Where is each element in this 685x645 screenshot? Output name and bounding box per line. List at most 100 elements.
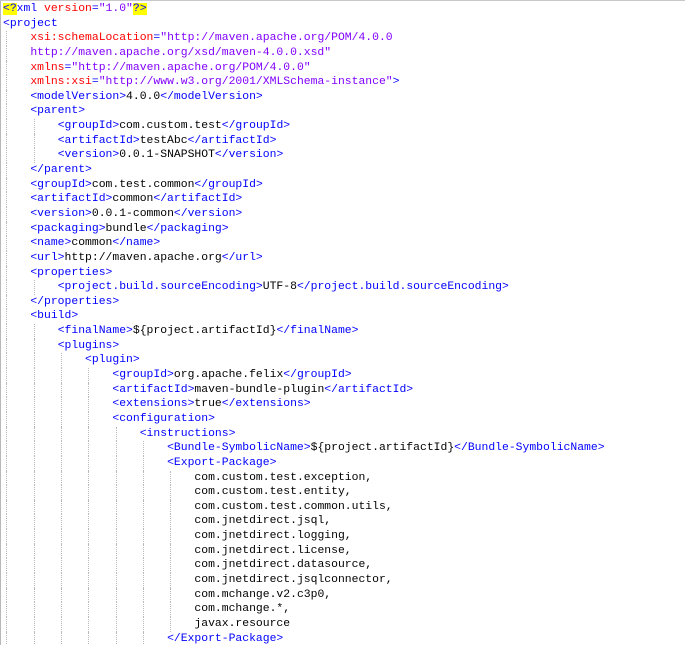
indent-guide <box>6 221 8 237</box>
indent-guide <box>61 382 63 398</box>
xml-text-content: testAbc <box>139 134 188 147</box>
code-line[interactable]: <groupId>org.apache.felix</groupId> <box>1 368 685 383</box>
xml-attribute-value: "http://maven.apache.org/POM/4.0.0 <box>160 32 393 45</box>
xml-tag: <packaging> <box>30 222 106 235</box>
xml-text-content: common <box>71 237 113 250</box>
code-line[interactable]: xmlns:xsi="http://www.w3.org/2001/XMLSch… <box>1 75 685 90</box>
code-line[interactable]: <parent> <box>1 104 685 120</box>
code-line[interactable]: <modelVersion>4.0.0</modelVersion> <box>1 89 685 105</box>
indent-guide <box>61 558 63 573</box>
xml-tag: <plugin> <box>85 354 140 367</box>
xml-declaration-delimiter: <? <box>3 3 17 15</box>
indent-guide <box>88 543 90 559</box>
indent-guide <box>6 616 8 632</box>
code-line[interactable]: <configuration> <box>1 411 685 427</box>
xml-attribute-name: xsi:schemaLocation <box>30 32 154 45</box>
code-line[interactable]: <version>0.0.1-SNAPSHOT</version> <box>1 148 685 164</box>
code-line[interactable]: <artifactId>testAbc</artifactId> <box>1 133 685 149</box>
code-line[interactable]: <plugin> <box>1 353 685 369</box>
xml-tag: <artifactId> <box>112 383 195 396</box>
code-line[interactable]: <version>0.0.1-common</version> <box>1 206 685 222</box>
code-line[interactable]: javax.resource <box>1 616 685 632</box>
indent-guide <box>6 60 8 76</box>
indent-guide <box>143 631 145 645</box>
indent-guide <box>6 75 8 90</box>
indent-guide <box>143 485 145 500</box>
code-line[interactable]: <url>http://maven.apache.org</url> <box>1 250 685 266</box>
indent-guide <box>6 104 8 120</box>
indent-guide <box>33 558 35 573</box>
code-line[interactable]: com.custom.test.entity, <box>1 485 685 500</box>
indent-guide <box>6 31 8 46</box>
code-line[interactable]: <?xml version="1.0"?> <box>1 2 685 17</box>
indent-guide <box>143 529 145 544</box>
indent-guide <box>33 411 35 427</box>
code-line[interactable]: com.mchange.v2.c3p0, <box>1 587 685 603</box>
xml-tag: <properties> <box>30 266 113 279</box>
code-line[interactable]: <packaging>bundle</packaging> <box>1 221 685 237</box>
indent-guide <box>143 455 145 471</box>
indent-guide <box>143 602 145 617</box>
indent-guide <box>115 441 117 456</box>
xml-tag: <groupId> <box>57 120 120 133</box>
indent-guide <box>6 236 8 251</box>
code-line[interactable]: <extensions>true</extensions> <box>1 397 685 412</box>
code-line[interactable]: com.custom.test.exception, <box>1 470 685 486</box>
indent-guide <box>6 441 8 456</box>
code-line[interactable]: <groupId>com.custom.test</groupId> <box>1 119 685 134</box>
code-line[interactable]: <artifactId>maven-bundle-plugin</artifac… <box>1 382 685 398</box>
code-line[interactable]: <project.build.sourceEncoding>UTF-8</pro… <box>1 280 685 295</box>
indent-guide <box>33 441 35 456</box>
indent-guide <box>33 397 35 412</box>
code-line[interactable]: com.jnetdirect.datasource, <box>1 558 685 573</box>
code-line[interactable]: http://maven.apache.org/xsd/maven-4.0.0.… <box>1 45 685 61</box>
indent-guide <box>61 455 63 471</box>
indent-guide <box>88 499 90 515</box>
code-line[interactable]: <build> <box>1 309 685 325</box>
indent-guide <box>6 206 8 222</box>
indent-guide <box>6 602 8 617</box>
code-line[interactable]: com.custom.test.common.utils, <box>1 499 685 515</box>
code-line[interactable]: com.jnetdirect.jsqlconnector, <box>1 572 685 588</box>
code-line[interactable]: xsi:schemaLocation="http://maven.apache.… <box>1 31 685 46</box>
code-line[interactable]: <groupId>com.test.common</groupId> <box>1 177 685 193</box>
xml-tag: <project <box>3 17 58 30</box>
indent-guide <box>33 148 35 164</box>
indent-guide <box>33 280 35 295</box>
code-line[interactable]: <Export-Package> <box>1 455 685 471</box>
indent-guide <box>88 455 90 471</box>
code-editor[interactable]: <?xml version="1.0"?> <project xsi:schema… <box>0 0 685 645</box>
code-line[interactable]: com.jnetdirect.jsql, <box>1 514 685 530</box>
indent-guide <box>6 631 8 645</box>
indent-guide <box>61 485 63 500</box>
xml-tag: </Bundle-SymbolicName> <box>454 442 605 455</box>
code-line[interactable]: com.mchange.*, <box>1 602 685 617</box>
xml-tag: <artifactId> <box>57 134 140 147</box>
xml-attribute-value: http://maven.apache.org/xsd/maven-4.0.0.… <box>30 46 332 59</box>
code-line[interactable]: <plugins> <box>1 338 685 354</box>
code-line[interactable]: xmlns="http://maven.apache.org/POM/4.0.0… <box>1 60 685 76</box>
code-line[interactable]: <artifactId>common</artifactId> <box>1 192 685 207</box>
code-line[interactable]: com.jnetdirect.license, <box>1 543 685 559</box>
code-line[interactable]: <name>common</name> <box>1 236 685 251</box>
code-line[interactable]: <finalName>${project.artifactId}</finalN… <box>1 324 685 339</box>
indent-guide <box>33 368 35 383</box>
indent-guide <box>88 529 90 544</box>
indent-guide <box>115 543 117 559</box>
xml-attribute-name: xmlns <box>30 61 65 74</box>
indent-guide <box>170 572 172 588</box>
code-line[interactable]: </Export-Package> <box>1 631 685 645</box>
code-line[interactable]: <project <box>1 17 685 32</box>
code-line[interactable]: <instructions> <box>1 426 685 442</box>
indent-guide <box>6 411 8 427</box>
indent-guide <box>143 587 145 603</box>
code-line[interactable]: <properties> <box>1 265 685 281</box>
indent-guide <box>115 470 117 486</box>
code-line[interactable]: </properties> <box>1 294 685 310</box>
code-line[interactable]: com.jnetdirect.logging, <box>1 529 685 544</box>
code-line[interactable]: <Bundle-SymbolicName>${project.artifactI… <box>1 441 685 456</box>
xml-tag: </properties> <box>30 295 120 308</box>
code-line[interactable]: </parent> <box>1 163 685 178</box>
